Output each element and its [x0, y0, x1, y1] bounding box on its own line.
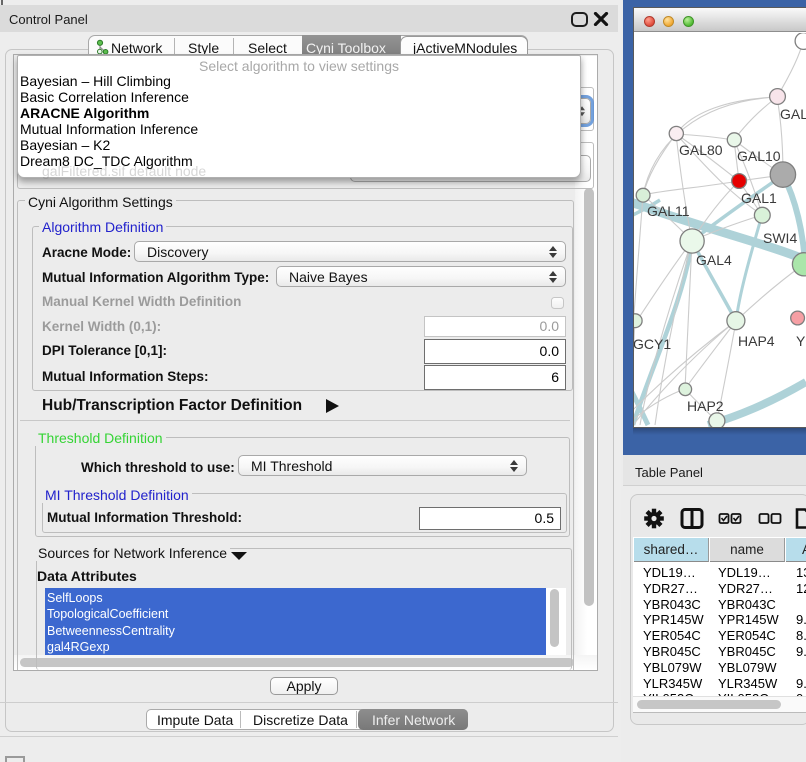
- svg-text:SWI4: SWI4: [763, 230, 797, 246]
- svg-text:GAL…: GAL…: [780, 106, 806, 122]
- svg-text:HAP4: HAP4: [738, 333, 775, 349]
- svg-text:GAL10: GAL10: [737, 148, 781, 164]
- svg-text:GCY1: GCY1: [634, 336, 671, 352]
- svg-text:HAP2: HAP2: [687, 398, 724, 414]
- svg-text:GAL1: GAL1: [741, 190, 777, 206]
- svg-text:GAL80: GAL80: [679, 142, 723, 158]
- svg-text:GAL11: GAL11: [647, 203, 690, 219]
- svg-text:GAL4: GAL4: [696, 252, 732, 268]
- svg-text:Y: Y: [796, 333, 806, 349]
